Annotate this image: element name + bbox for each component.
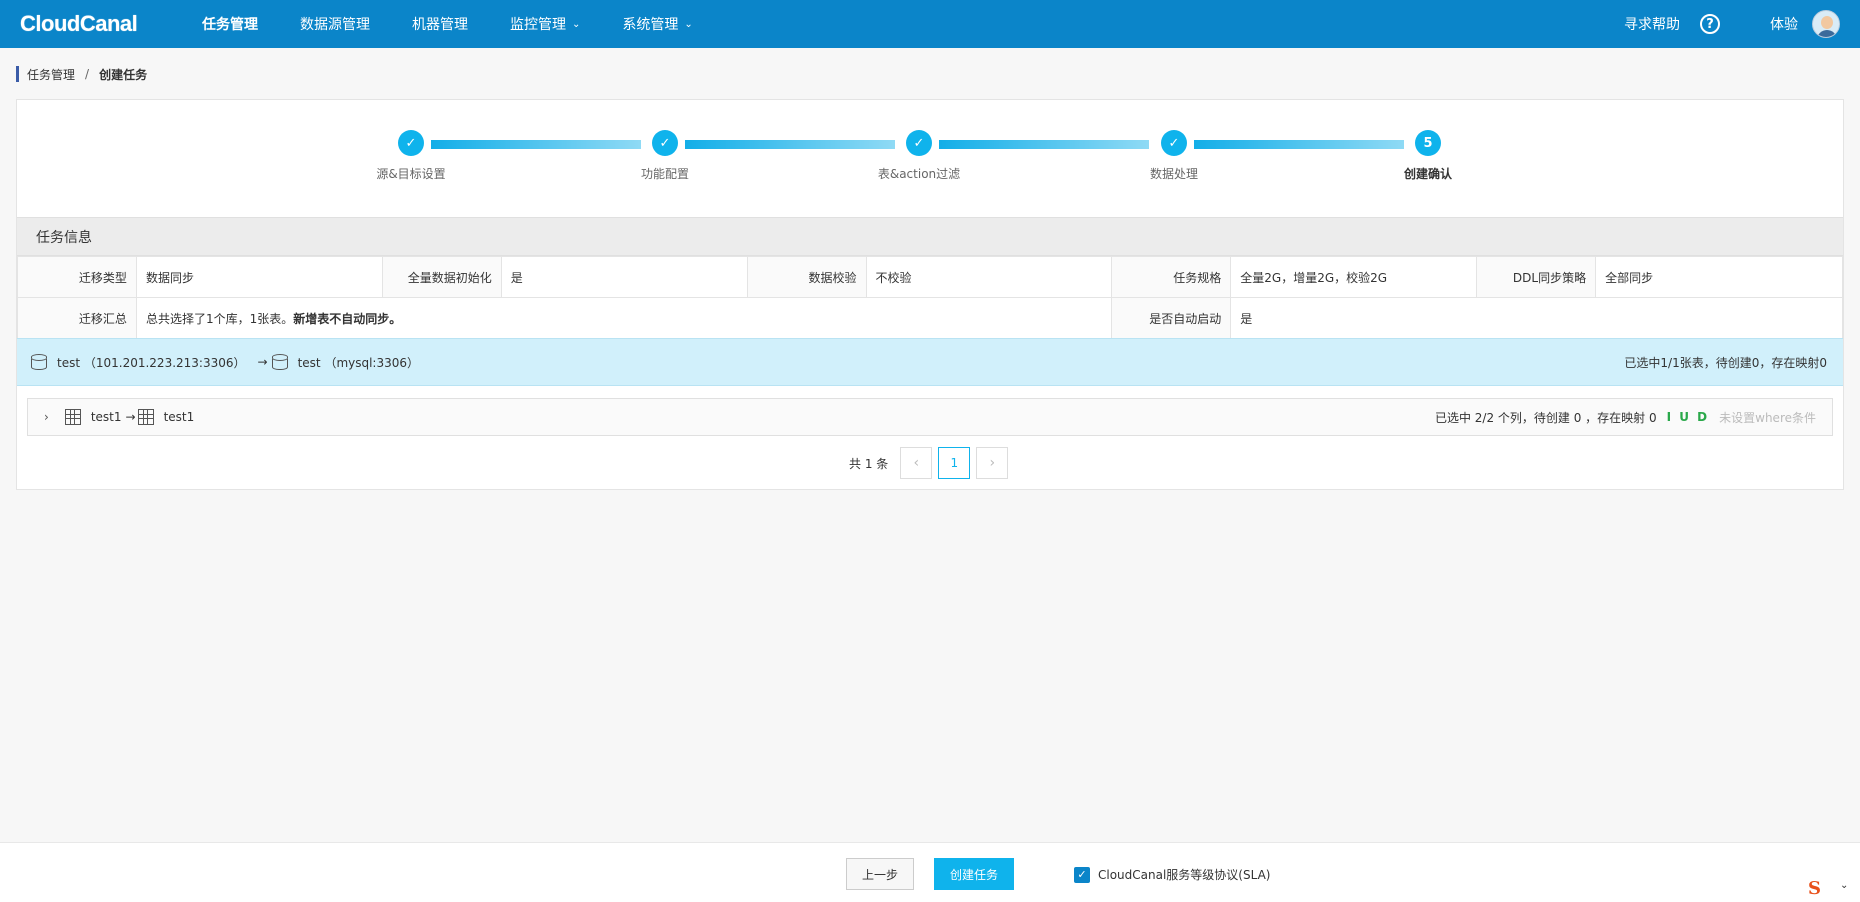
summary-bold-text: 新增表不自动同步。 — [293, 311, 402, 326]
step-label-data-processing: 数据处理 — [1149, 167, 1198, 181]
breadcrumb: 任务管理 / 创建任务 — [16, 66, 147, 82]
table-icon — [64, 409, 81, 425]
source-table: test1 — [90, 410, 122, 424]
pagination: 共 1 条 ‹ 1 › — [849, 447, 1014, 479]
info-value: 全部同步 — [1595, 256, 1843, 298]
info-key: 任务规格 — [1111, 256, 1232, 298]
breadcrumb-parent[interactable]: 任务管理 — [27, 66, 75, 83]
top-navbar: CloudCanal 任务管理 数据源管理 机器管理 监控管理 ⌄ 系统管理 ⌄… — [0, 0, 1860, 48]
chevron-down-icon[interactable]: ⌄ — [1840, 880, 1848, 891]
nav-item-machine-management[interactable]: 机器管理 — [412, 0, 468, 48]
step-connector — [939, 140, 1149, 149]
pagination-total: 共 1 条 — [849, 456, 889, 471]
iud-actions: I U D — [1666, 410, 1710, 424]
step-number-current: 5 — [1415, 130, 1441, 156]
create-task-button[interactable]: 创建任务 — [934, 858, 1014, 890]
database-icon — [31, 354, 47, 370]
step-connector — [685, 140, 895, 149]
step-indicator: ✓ ✓ ✓ ✓ 5 源&目标设置 功能配置 表&action过滤 数据处理 创建… — [17, 100, 1843, 217]
prev-step-button[interactable]: 上一步 — [846, 858, 914, 890]
next-page-button[interactable]: › — [976, 447, 1009, 479]
nav-item-label: 任务管理 — [202, 17, 258, 33]
sla-label[interactable]: CloudCanal服务等级协议(SLA) — [1098, 866, 1270, 883]
step-connector — [1194, 140, 1404, 149]
info-value: 是 — [1230, 297, 1843, 339]
step-label-create-confirm: 创建确认 — [1403, 167, 1452, 181]
prev-page-button[interactable]: ‹ — [900, 447, 933, 479]
nav-right: 寻求帮助 ? 体验 — [1624, 0, 1860, 48]
info-value: 不校验 — [865, 256, 1113, 298]
info-key: 迁移汇总 — [17, 297, 137, 339]
info-key: DDL同步策略 — [1476, 256, 1597, 298]
target-table: test1 — [163, 410, 195, 424]
db-mapping-bar: test （101.201.223.213:3306） → test （mysq… — [17, 338, 1843, 386]
help-link[interactable]: 寻求帮助 — [1624, 14, 1680, 34]
chevron-right-icon[interactable]: › — [44, 410, 49, 424]
info-key: 迁移类型 — [17, 256, 137, 298]
breadcrumb-current: 创建任务 — [99, 67, 148, 82]
arrow-right-icon: → — [257, 355, 268, 369]
check-icon: ✓ — [652, 130, 678, 156]
info-value: 全量2G，增量2G，校验2G — [1230, 256, 1478, 298]
table-mapping-row[interactable]: › test1 → test1 已选中 2/2 个列，待创建 0 ，存在映射 0… — [27, 398, 1833, 436]
step-label-source-target: 源&目标设置 — [376, 167, 446, 181]
table-row: 迁移类型 数据同步 全量数据初始化 是 数据校验 不校验 任务规格 全量2G，增… — [17, 256, 1843, 298]
chevron-down-icon: ⌄ — [684, 18, 693, 30]
nav-item-task-management[interactable]: 任务管理 — [202, 0, 258, 48]
sla-agreement: ✓ CloudCanal服务等级协议(SLA) — [1074, 866, 1270, 883]
where-condition-link[interactable]: 未设置where条件 — [1719, 409, 1816, 426]
check-icon: ✓ — [398, 130, 424, 156]
info-value: 数据同步 — [135, 256, 383, 298]
nav-item-label: 数据源管理 — [300, 17, 370, 33]
sla-checkbox[interactable]: ✓ — [1074, 866, 1090, 883]
nav-item-label: 机器管理 — [412, 17, 468, 33]
cloudcanal-logo[interactable]: CloudCanal — [20, 11, 162, 37]
info-value: 是 — [500, 256, 748, 298]
database-icon — [271, 354, 288, 370]
check-icon: ✓ — [906, 130, 932, 156]
task-info-table: 迁移类型 数据同步 全量数据初始化 是 数据校验 不校验 任务规格 全量2G，增… — [17, 256, 1843, 339]
info-key: 数据校验 — [746, 256, 867, 298]
table-row: 迁移汇总 总共选择了1个库，1张表。新增表不自动同步。 是否自动启动 是 — [17, 297, 1843, 339]
summary-text: 总共选择了1个库，1张表。 — [145, 311, 294, 326]
main-nav: 任务管理 数据源管理 机器管理 监控管理 ⌄ 系统管理 ⌄ — [202, 0, 735, 48]
column-status: 已选中 2/2 个列，待创建 0 ，存在映射 0 — [1434, 410, 1657, 425]
task-info-header: 任务信息 — [17, 217, 1843, 256]
table-mapping-info: 已选中 2/2 个列，待创建 0 ，存在映射 0 I U D 未设置where条… — [1435, 409, 1816, 426]
migration-summary: 总共选择了1个库，1张表。新增表不自动同步。 — [135, 297, 1113, 339]
chevron-down-icon: ⌄ — [572, 18, 581, 30]
ime-logo-icon[interactable]: S — [1808, 878, 1830, 900]
nav-item-datasource-management[interactable]: 数据源管理 — [300, 0, 370, 48]
target-db: test （mysql:3306） — [297, 355, 420, 370]
check-icon: ✓ — [1161, 130, 1187, 156]
nav-item-label: 监控管理 — [510, 17, 566, 33]
arrow-right-icon: → — [125, 410, 136, 424]
nav-item-label: 系统管理 — [622, 17, 679, 33]
nav-item-system-management[interactable]: 系统管理 ⌄ — [622, 0, 692, 48]
db-mapping-status: 已选中1/1张表，待创建0，存在映射0 — [1624, 355, 1827, 370]
step-connector — [431, 140, 641, 149]
create-task-panel: ✓ ✓ ✓ ✓ 5 源&目标设置 功能配置 表&action过滤 数据处理 创建… — [16, 99, 1844, 490]
source-db: test （101.201.223.213:3306） — [57, 355, 246, 370]
bottom-action-bar: 上一步 创建任务 ✓ CloudCanal服务等级协议(SLA) — [0, 842, 1860, 902]
question-circle-icon[interactable]: ? — [1700, 14, 1720, 34]
user-name[interactable]: 体验 — [1770, 14, 1798, 34]
avatar[interactable] — [1812, 10, 1840, 38]
nav-item-monitor-management[interactable]: 监控管理 ⌄ — [510, 0, 580, 48]
page-1-button[interactable]: 1 — [938, 447, 971, 479]
step-label-function-config: 功能配置 — [640, 167, 689, 181]
info-key: 全量数据初始化 — [381, 256, 502, 298]
table-icon — [137, 409, 154, 425]
info-key: 是否自动启动 — [1111, 297, 1232, 339]
step-label-table-filter: 表&action过滤 — [877, 167, 961, 181]
breadcrumb-separator: / — [85, 67, 90, 81]
